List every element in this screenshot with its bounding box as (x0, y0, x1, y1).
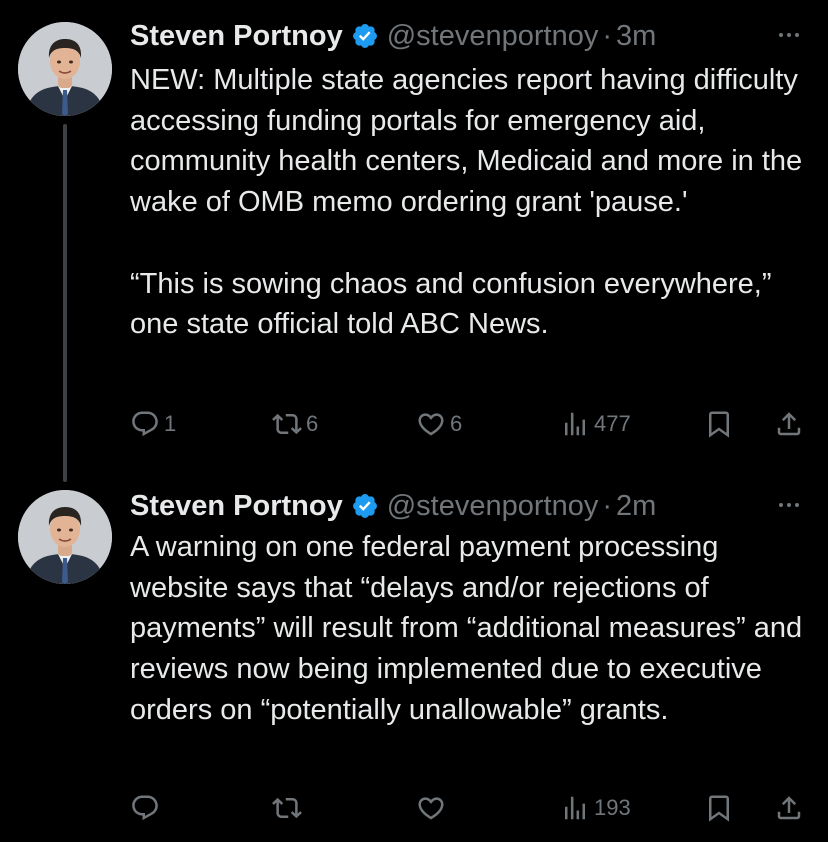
bookmark-icon (709, 411, 729, 438)
heart-icon (418, 797, 444, 820)
avatar[interactable] (18, 490, 112, 584)
avatar-photo (18, 22, 112, 116)
repost-count: 6 (306, 411, 319, 436)
header-separator: · (602, 489, 612, 522)
views-button[interactable]: 477 (560, 404, 631, 444)
reply-count: 1 (164, 411, 177, 436)
tweet-text: NEW: Multiple state agencies report havi… (130, 60, 808, 345)
tweet-paragraph: NEW: Multiple state agencies report havi… (130, 64, 803, 219)
bookmark-icon (709, 795, 729, 822)
like-button[interactable]: 6 (416, 404, 462, 444)
verified-badge-icon (351, 492, 379, 520)
reply-icon (132, 795, 158, 821)
tweet-text: A warning on one federal payment process… (130, 527, 808, 731)
thread-connector-line (63, 124, 67, 482)
share-icon (777, 796, 801, 820)
share-button[interactable] (774, 404, 804, 444)
like-button[interactable] (416, 788, 450, 828)
more-options-icon[interactable] (774, 490, 804, 520)
tweet-actions: 1 6 6 477 (130, 404, 808, 444)
author-display-name[interactable]: Steven Portnoy (130, 20, 343, 53)
tweet-actions: 193 (130, 788, 808, 828)
repost-icon (272, 797, 302, 819)
avatar-photo (18, 490, 112, 584)
repost-button[interactable]: 6 (272, 404, 318, 444)
author-handle[interactable]: @stevenportnoy (387, 490, 599, 523)
reply-button[interactable]: 1 (130, 404, 176, 444)
share-icon (777, 412, 801, 436)
repost-icon (272, 413, 302, 435)
tweet[interactable]: Steven Portnoy @stevenportnoy · 3m NEW: … (0, 0, 828, 482)
heart-icon (418, 413, 444, 436)
tweet[interactable]: Steven Portnoy @stevenportnoy · 2m A war… (0, 470, 828, 842)
view-count: 193 (594, 795, 631, 820)
views-chart-icon (565, 796, 585, 820)
reply-button[interactable] (130, 788, 164, 828)
share-button[interactable] (774, 788, 804, 828)
tweet-paragraph: “This is sowing chaos and confusion ever… (130, 267, 772, 341)
reply-icon (132, 411, 158, 437)
verified-badge-icon (351, 22, 379, 50)
tweet-header: Steven Portnoy @stevenportnoy · 3m (130, 16, 808, 56)
tweet-timestamp[interactable]: 3m (616, 20, 656, 53)
bookmark-button[interactable] (704, 404, 734, 444)
like-count: 6 (450, 411, 463, 436)
repost-button[interactable] (272, 788, 306, 828)
views-chart-icon (565, 412, 585, 436)
tweet-header: Steven Portnoy @stevenportnoy · 2m (130, 486, 808, 526)
bookmark-button[interactable] (704, 788, 734, 828)
header-separator: · (602, 19, 612, 52)
tweet-timestamp[interactable]: 2m (616, 490, 656, 523)
views-button[interactable]: 193 (560, 788, 631, 828)
view-count: 477 (594, 411, 631, 436)
tweet-paragraph: A warning on one federal payment process… (130, 531, 803, 726)
avatar[interactable] (18, 22, 112, 116)
more-options-icon[interactable] (774, 20, 804, 50)
author-display-name[interactable]: Steven Portnoy (130, 490, 343, 523)
author-handle[interactable]: @stevenportnoy (387, 20, 599, 53)
